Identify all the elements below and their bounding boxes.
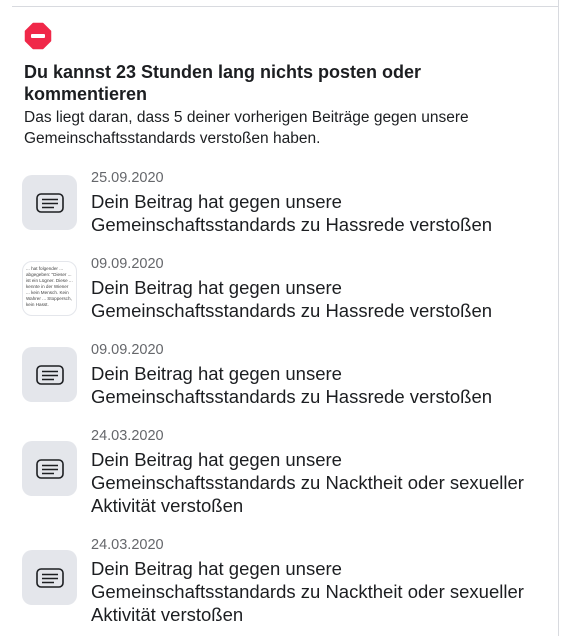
violation-item[interactable]: ... hat folgender ... abgegeben: "Dieser…: [0, 251, 558, 337]
post-thumbnail: [22, 441, 77, 496]
violation-date: 24.03.2020: [91, 428, 164, 444]
post-thumbnail: [22, 175, 77, 230]
violation-title: Dein Beitrag hat gegen unsere Gemeinscha…: [91, 449, 524, 516]
document-icon: [35, 458, 64, 479]
post-preview-thumbnail: ... hat folgender ... abgegeben: "Dieser…: [22, 261, 77, 316]
violation-date: 09.09.2020: [91, 256, 164, 272]
violation-date: 24.03.2020: [91, 537, 164, 553]
block-icon: [24, 22, 52, 50]
top-divider: [12, 6, 558, 7]
document-icon: [35, 364, 64, 385]
violation-title: Dein Beitrag hat gegen unsere Gemeinscha…: [91, 363, 493, 407]
violation-title: Dein Beitrag hat gegen unsere Gemeinscha…: [91, 277, 493, 321]
violation-list: 25.09.2020 Dein Beitrag hat gegen unsere…: [0, 165, 558, 632]
violation-date: 25.09.2020: [91, 170, 164, 186]
violation-title: Dein Beitrag hat gegen unsere Gemeinscha…: [91, 191, 493, 235]
post-preview-text: ... hat folgender ... abgegeben: "Dieser…: [26, 266, 73, 307]
document-icon: [35, 192, 64, 213]
post-thumbnail: [22, 550, 77, 605]
right-divider: [558, 0, 559, 636]
violation-item[interactable]: 09.09.2020 Dein Beitrag hat gegen unsere…: [0, 337, 558, 423]
post-thumbnail: [22, 347, 77, 402]
restriction-headline: Du kannst 23 Stunden lang nichts posten …: [24, 62, 422, 104]
document-icon: [35, 567, 64, 588]
violation-title: Dein Beitrag hat gegen unsere Gemeinscha…: [91, 558, 524, 625]
violation-item[interactable]: 25.09.2020 Dein Beitrag hat gegen unsere…: [0, 165, 558, 251]
violation-item[interactable]: 24.03.2020 Dein Beitrag hat gegen unsere…: [0, 532, 558, 632]
violation-date: 09.09.2020: [91, 342, 164, 358]
restriction-explanation: Das liegt daran, dass 5 deiner vorherige…: [24, 109, 469, 147]
violation-item[interactable]: 24.03.2020 Dein Beitrag hat gegen unsere…: [0, 423, 558, 532]
